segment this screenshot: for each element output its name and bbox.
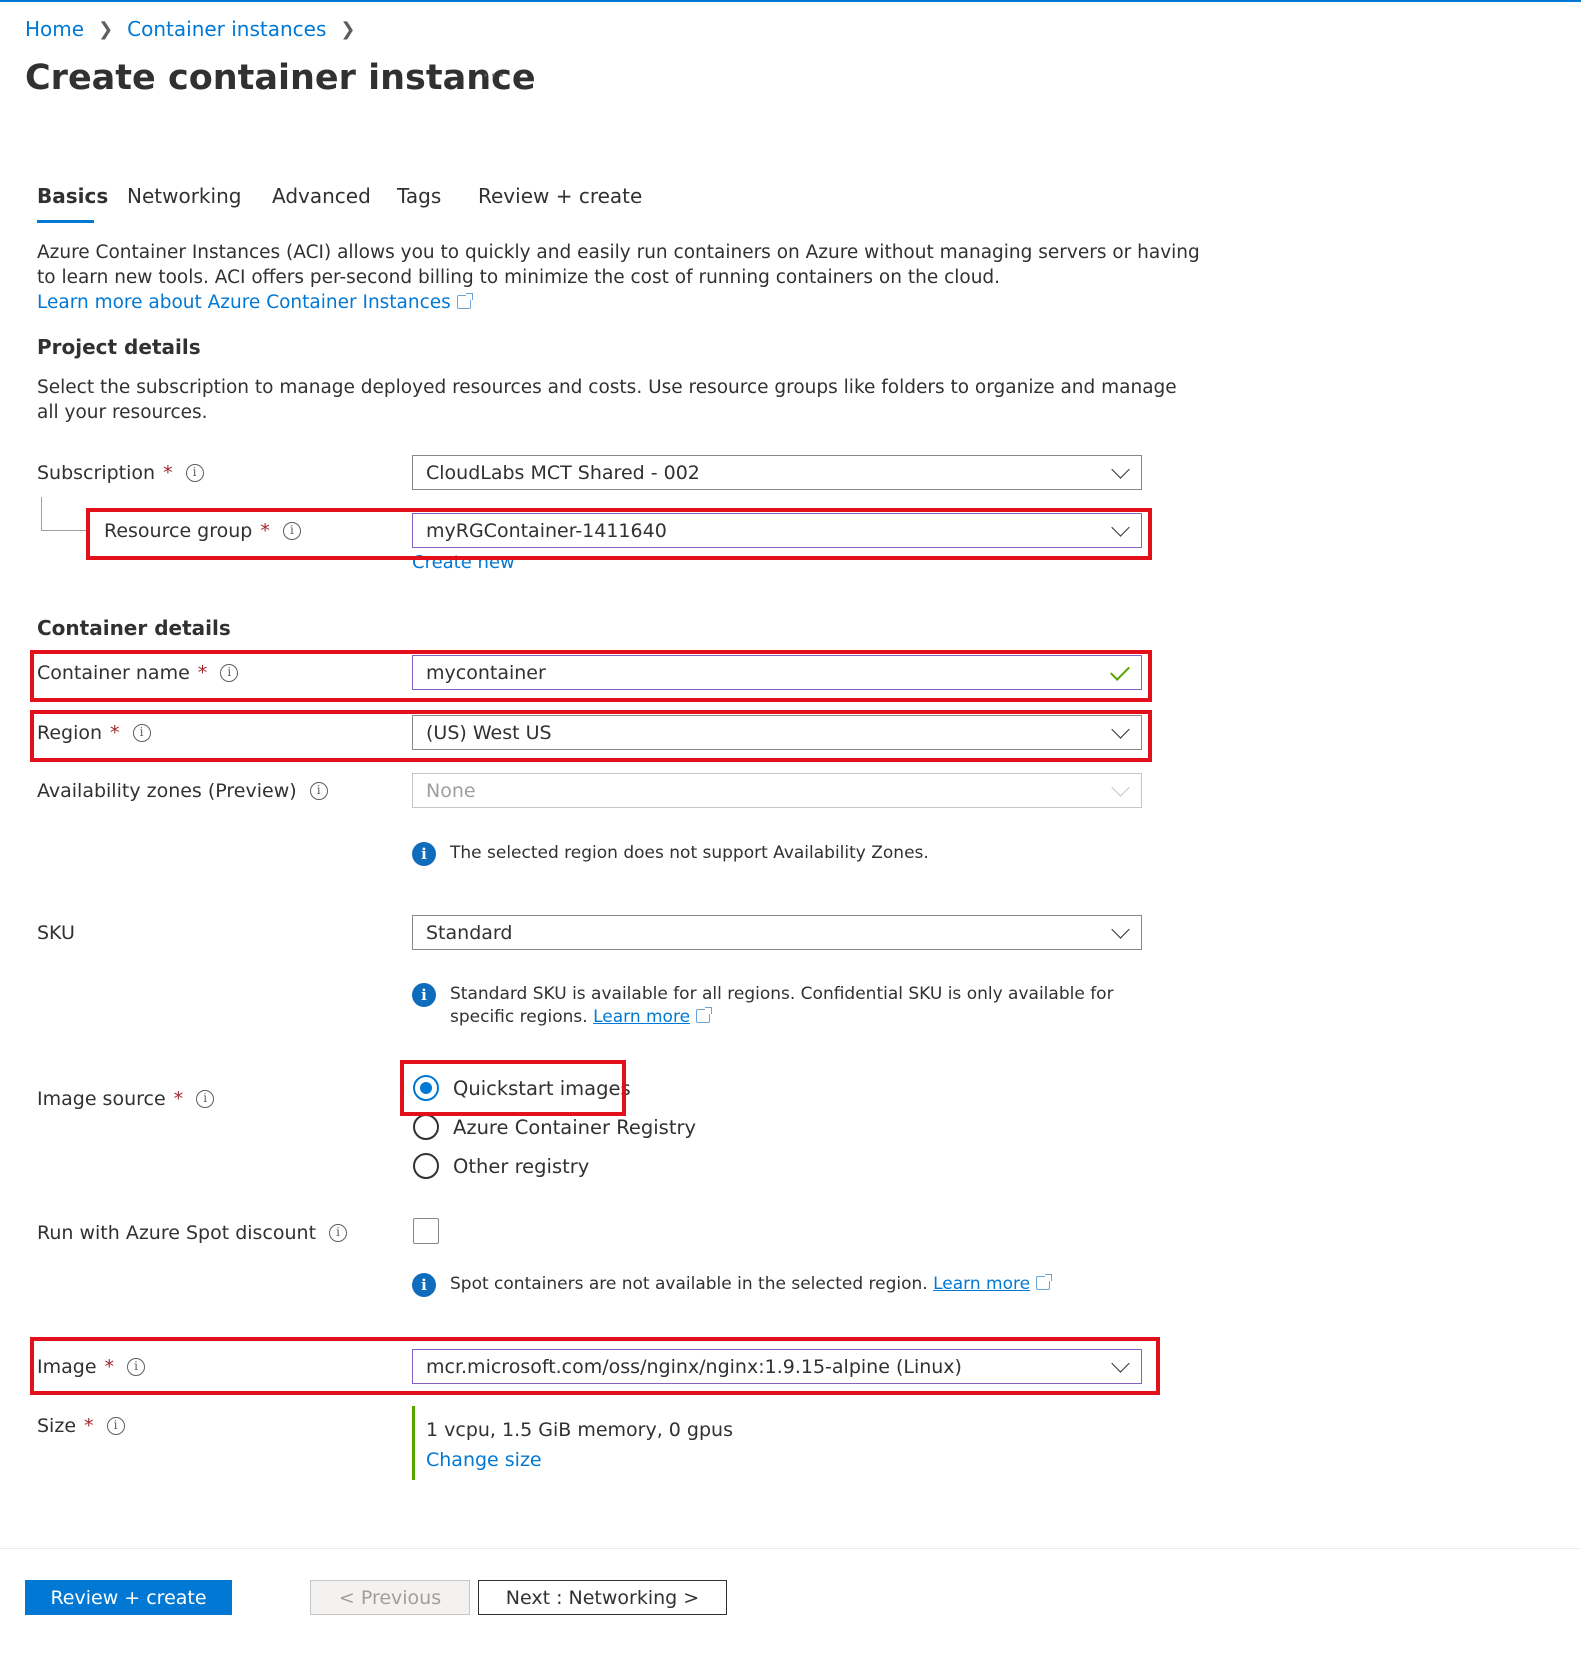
breadcrumb: Home ❯ Container instances ❯ <box>25 17 370 41</box>
tab-review-create[interactable]: Review + create <box>478 184 642 208</box>
more-icon[interactable]: ··· <box>482 64 506 89</box>
sku-learn-more-link[interactable]: Learn more <box>593 1007 690 1027</box>
breadcrumb-container-instances[interactable]: Container instances <box>127 17 326 41</box>
availability-zones-label-text: Availability zones (Preview) <box>37 780 297 802</box>
sku-dropdown[interactable]: Standard <box>412 915 1142 950</box>
external-link-icon <box>456 293 473 309</box>
review-create-button[interactable]: Review + create <box>25 1580 232 1615</box>
project-desc-line-1: Select the subscription to manage deploy… <box>37 377 1177 398</box>
chevron-down-icon <box>1111 920 1130 939</box>
spot-discount-label-text: Run with Azure Spot discount <box>37 1222 317 1244</box>
page-title: Create container instance <box>25 58 536 98</box>
sku-label: SKU <box>37 922 75 944</box>
availability-zones-note-text: The selected region does not support Ava… <box>450 843 929 863</box>
required-asterisk: * <box>173 1088 184 1110</box>
project-desc-line-2: all your resources. <box>37 402 208 423</box>
previous-button[interactable]: < Previous <box>310 1580 470 1615</box>
intro-text: Azure Container Instances (ACI) allows y… <box>37 240 1200 315</box>
spot-learn-more-link[interactable]: Learn more <box>933 1274 1030 1294</box>
size-value: 1 vcpu, 1.5 GiB memory, 0 gpus <box>426 1419 733 1441</box>
chevron-right-icon: ❯ <box>340 18 356 40</box>
image-source-label-text: Image source <box>37 1088 166 1110</box>
info-icon[interactable]: i <box>196 1090 215 1108</box>
info-filled-icon: i <box>412 1273 436 1297</box>
info-icon[interactable]: i <box>185 464 204 482</box>
next-networking-button[interactable]: Next : Networking > <box>478 1580 727 1615</box>
project-details-heading: Project details <box>37 335 201 359</box>
highlight-quickstart-images <box>400 1060 626 1116</box>
project-details-description: Select the subscription to manage deploy… <box>37 375 1177 425</box>
breadcrumb-home[interactable]: Home <box>25 17 84 41</box>
tab-advanced[interactable]: Advanced <box>272 184 371 208</box>
size-accent-bar <box>412 1406 415 1480</box>
tree-connector <box>41 530 86 531</box>
required-asterisk: * <box>163 462 173 484</box>
size-label: Size * i <box>37 1415 125 1437</box>
radio-unselected-icon <box>413 1153 439 1179</box>
availability-zones-dropdown: None <box>412 773 1142 808</box>
tab-tags[interactable]: Tags <box>397 184 441 208</box>
availability-zones-value: None <box>426 779 476 802</box>
sku-value: Standard <box>426 921 513 944</box>
highlight-container-name <box>30 650 1152 702</box>
sku-note-line-1: Standard SKU is available for all region… <box>450 984 1114 1004</box>
spot-discount-checkbox[interactable] <box>413 1218 439 1244</box>
size-label-text: Size <box>37 1415 77 1437</box>
external-link-icon <box>696 1007 713 1023</box>
availability-zones-label: Availability zones (Preview) i <box>37 780 328 802</box>
tree-connector <box>41 497 42 531</box>
footer-divider <box>0 1548 1581 1549</box>
image-source-label: Image source * i <box>37 1088 215 1110</box>
radio-other-label: Other registry <box>453 1154 590 1178</box>
radio-acr-label: Azure Container Registry <box>453 1115 697 1139</box>
spot-discount-label: Run with Azure Spot discount i <box>37 1222 348 1244</box>
sku-note: i Standard SKU is available for all regi… <box>412 983 1114 1029</box>
info-icon[interactable]: i <box>309 782 328 800</box>
spot-note-text: Spot containers are not available in the… <box>450 1274 928 1294</box>
sku-label-text: SKU <box>37 922 75 944</box>
required-asterisk: * <box>84 1415 94 1437</box>
size-summary: 1 vcpu, 1.5 GiB memory, 0 gpus Change si… <box>426 1415 733 1475</box>
highlight-image <box>30 1337 1160 1395</box>
top-accent-line <box>0 0 1581 2</box>
highlight-region <box>30 710 1152 762</box>
info-filled-icon: i <box>412 983 436 1007</box>
learn-more-aci-link[interactable]: Learn more about Azure Container Instanc… <box>37 292 451 313</box>
info-icon[interactable]: i <box>329 1224 348 1242</box>
tab-networking[interactable]: Networking <box>127 184 241 208</box>
radio-azure-container-registry[interactable]: Azure Container Registry <box>413 1114 696 1140</box>
spot-note: i Spot containers are not available in t… <box>412 1273 1053 1297</box>
chevron-down-icon <box>1111 778 1130 797</box>
subscription-label: Subscription * i <box>37 462 204 484</box>
sku-note-line-2: specific regions. <box>450 1007 588 1027</box>
highlight-resource-group <box>86 508 1152 560</box>
info-filled-icon: i <box>412 842 436 866</box>
chevron-down-icon <box>1111 460 1130 479</box>
subscription-label-text: Subscription <box>37 462 156 484</box>
availability-zones-note: i The selected region does not support A… <box>412 842 929 866</box>
tab-basics[interactable]: Basics <box>37 184 108 208</box>
subscription-dropdown[interactable]: CloudLabs MCT Shared - 002 <box>412 455 1142 490</box>
radio-other-registry[interactable]: Other registry <box>413 1153 589 1179</box>
active-tab-indicator <box>37 220 94 223</box>
chevron-right-icon: ❯ <box>98 18 114 40</box>
subscription-value: CloudLabs MCT Shared - 002 <box>426 461 700 484</box>
info-icon[interactable]: i <box>106 1417 125 1435</box>
radio-unselected-icon <box>413 1114 439 1140</box>
change-size-link[interactable]: Change size <box>426 1445 733 1475</box>
intro-line-1: Azure Container Instances (ACI) allows y… <box>37 242 1200 263</box>
container-details-heading: Container details <box>37 616 231 640</box>
intro-line-2: to learn new tools. ACI offers per-secon… <box>37 267 1001 288</box>
external-link-icon <box>1036 1274 1053 1290</box>
